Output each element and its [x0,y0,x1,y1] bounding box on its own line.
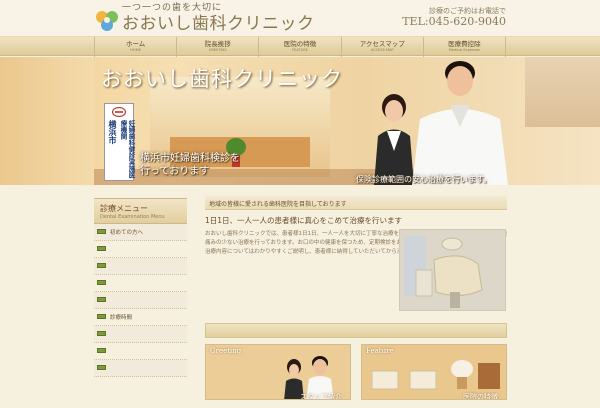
sidebar-subtitle: Dental Examination Menu [100,214,165,220]
main-subtitle: 1日1日、一人一人の患者様に真心をこめて治療を行います [205,216,403,225]
arrow-bullet-icon [97,365,106,370]
nav-item-home[interactable]: ホーム HOME [94,37,176,57]
arrow-bullet-icon [97,331,106,336]
main-section-title: 地域の皆様に愛される歯科医院を目指しております [209,201,347,208]
hero-caption-line1: 横浜市妊婦歯科検診を [140,153,240,164]
sidebar-item[interactable] [94,292,187,309]
hero-left-strip [0,57,94,185]
main-section-header: 地域の皆様に愛される歯科医院を目指しております [205,196,507,210]
hero-caption-line2: 行っております [140,166,210,177]
sign-city-text: 横浜市 [108,120,118,144]
hero-subcaption: 保険診療範囲の安心治療を行います。 [356,175,492,184]
vertical-sign: 横浜市 妊婦歯科健診実施医療機関 [104,103,135,181]
nav-label: 医療費控除 [448,40,481,48]
feature-card-caption: 医院の特徴 [463,393,498,400]
nav-sublabel: FEATURE [292,48,308,52]
greeting-card-label: Greeting [210,347,242,355]
sign-detail-text: 妊婦歯科健診実施医療機関 [119,120,135,179]
arrow-bullet-icon [97,314,106,319]
city-emblem-icon [112,107,126,117]
dental-chair-photo [399,229,506,311]
nav-label: ホーム [125,40,146,48]
sidebar-item[interactable]: 初めての方へ [94,224,187,241]
greeting-card-caption: スタッフ紹介 [300,393,342,400]
man-dentist-photo [412,61,508,185]
sidebar-title: 診療メニュー [100,204,148,213]
sidebar-item[interactable] [94,241,187,258]
hero-title: おおいし歯科クリニック [101,67,343,91]
sidebar-item[interactable] [94,275,187,292]
nav-label: 医院の特徴 [283,40,317,48]
arrow-bullet-icon [97,229,106,234]
arrow-bullet-icon [97,280,106,285]
sidebar-item[interactable] [94,326,187,343]
nav-sublabel: Medical Expenses [448,48,481,52]
sidebar-list: 初めての方へ 診療時間 [94,224,187,377]
nav-item-greeting[interactable]: 院長挨拶 GREETING [176,37,258,57]
sidebar-menu: 診療メニュー Dental Examination Menu 初めての方へ 診療… [94,198,187,408]
nav-sublabel: GREETING [208,48,227,52]
arrow-bullet-icon [97,348,106,353]
dental-chair-icon [400,230,505,310]
feature-card[interactable]: Feature 医院の特徴 [361,344,507,400]
arrow-bullet-icon [97,297,106,302]
sidebar-item[interactable] [94,360,187,377]
nav-item-feature[interactable]: 医院の特徴 FEATURE [258,37,340,57]
nav-sublabel: ACCESS MAP [370,48,394,52]
sidebar-item[interactable] [94,258,187,275]
feature-card-label: Feature [366,347,394,355]
sidebar-item[interactable]: 診療時間 [94,309,187,326]
site-header: 一つ一つの歯を大切に おおいし歯科クリニック 診療のご予約はお電話で TEL:0… [0,0,600,36]
arrow-bullet-icon [97,246,106,251]
global-nav: ホーム HOME 院長挨拶 GREETING 医院の特徴 FEATURE アクセ… [0,36,600,57]
sidebar-header: 診療メニュー Dental Examination Menu [94,198,187,224]
nav-item-medical-expenses[interactable]: 医療費控除 Medical Expenses [422,37,507,57]
greeting-card[interactable]: Greeting スタッフ紹介 [205,344,351,400]
arrow-bullet-icon [97,263,106,268]
sidebar-item-label: 初めての方へ [110,230,144,236]
nav-item-access-map[interactable]: アクセスマップ ACCESS MAP [340,37,423,57]
tel-number: TEL:045-620-9040 [402,15,506,28]
hero-window [525,57,600,127]
hero-banner: おおいし歯科クリニック 横浜市 妊婦歯科健診実施医療機関 横浜市妊婦歯科検診を … [0,57,600,185]
nav-label: アクセスマップ [359,40,405,48]
nav-label: 院長挨拶 [204,40,231,48]
sidebar-item-label: 診療時間 [110,315,133,321]
hero-caption: 横浜市妊婦歯科検診を 行っております [140,152,240,178]
site-title[interactable]: おおいし歯科クリニック [122,9,315,34]
sidebar-item[interactable] [94,343,187,360]
flower-logo-icon[interactable] [94,8,120,34]
secondary-section-bar [205,323,507,338]
nav-sublabel: HOME [130,48,141,52]
